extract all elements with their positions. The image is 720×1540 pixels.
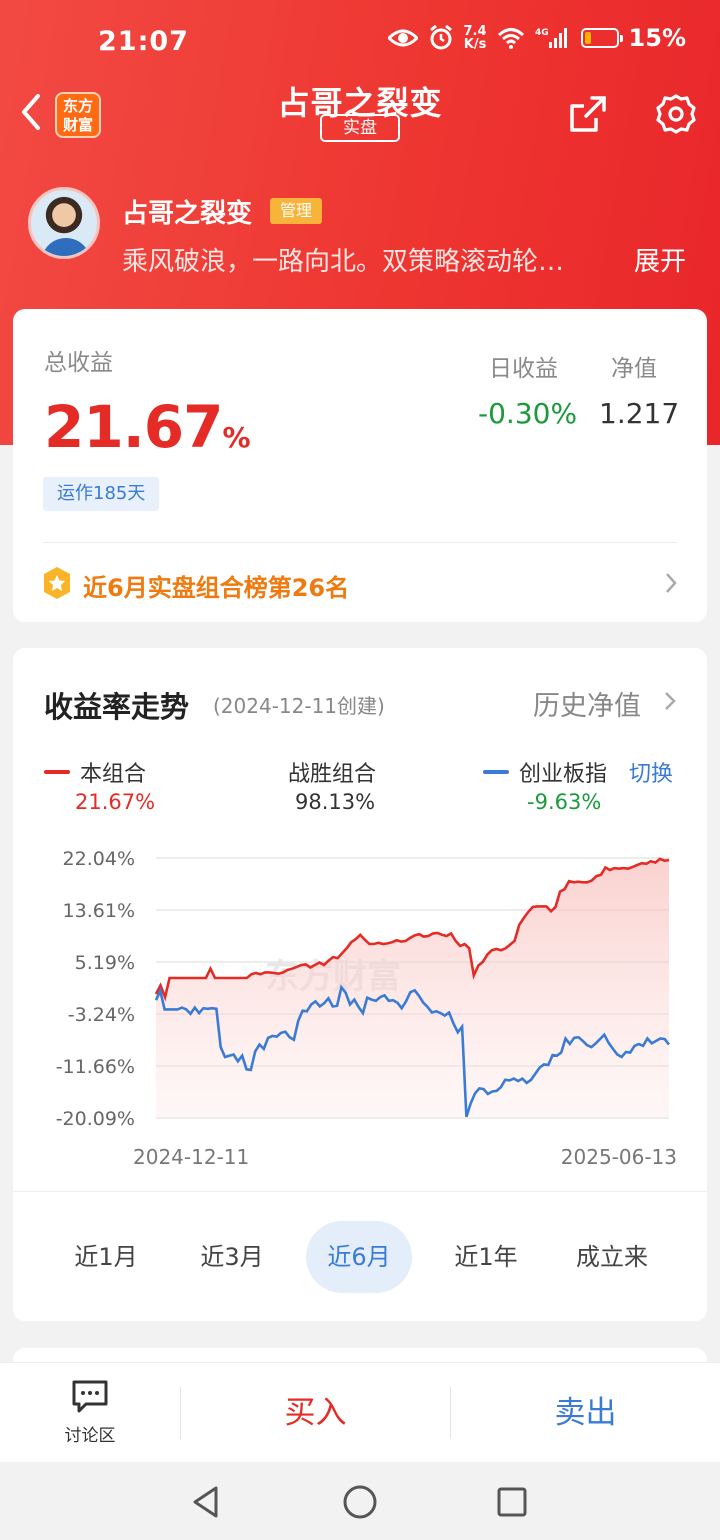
x-tick-end: 2025-06-13 bbox=[561, 1145, 677, 1169]
nav-label: 净值 bbox=[611, 356, 657, 382]
rank-link[interactable]: 近6月实盘组合榜第26名 bbox=[83, 568, 349, 603]
chevron-right-icon[interactable] bbox=[663, 571, 679, 595]
period-tab-3m[interactable]: 近3月 bbox=[179, 1221, 285, 1293]
legend-swatch bbox=[44, 770, 70, 774]
share-icon[interactable] bbox=[566, 92, 610, 136]
svg-text:4G: 4G bbox=[535, 28, 549, 38]
bottom-action-bar: 讨论区 买入 卖出 bbox=[0, 1362, 720, 1462]
total-return-value: 21.67% bbox=[44, 393, 251, 461]
battery-percent: 15% bbox=[628, 24, 686, 52]
nav-home-icon[interactable] bbox=[342, 1484, 378, 1520]
period-tab-6m[interactable]: 近6月 bbox=[306, 1221, 412, 1293]
signal-icon: 4G bbox=[535, 28, 567, 48]
y-tick-label: 13.61% bbox=[63, 900, 135, 922]
profile-name: 占哥之裂变 bbox=[122, 199, 253, 229]
real-account-tag: 实盘 bbox=[320, 114, 400, 142]
nav-recents-icon[interactable] bbox=[496, 1486, 528, 1518]
expand-link[interactable]: 展开 bbox=[634, 241, 686, 278]
daily-return-value: -0.30% bbox=[478, 397, 578, 430]
buy-button[interactable]: 买入 bbox=[181, 1363, 450, 1463]
legend-portfolio-value: 21.67% bbox=[75, 790, 156, 814]
divider bbox=[43, 542, 677, 543]
period-tab-inception[interactable]: 成立来 bbox=[559, 1221, 665, 1293]
profile-description: 乘风破浪，一路向北。双策略滚动轮… bbox=[122, 247, 565, 277]
x-tick-start: 2024-12-11 bbox=[133, 1145, 249, 1169]
period-tab-1y[interactable]: 近1年 bbox=[433, 1221, 539, 1293]
battery-icon bbox=[580, 28, 623, 48]
status-bar: 21:07 7.4 K/s 4G 15% bbox=[0, 0, 720, 80]
daily-return-label: 日收益 bbox=[489, 356, 558, 382]
system-nav-bar bbox=[0, 1462, 720, 1540]
legend-portfolio: 本组合 bbox=[44, 756, 146, 788]
created-date: (2024-12-11创建) bbox=[213, 694, 385, 718]
y-tick-label: 5.19% bbox=[75, 952, 135, 974]
y-tick-label: -20.09% bbox=[56, 1108, 135, 1130]
nav-back-icon[interactable] bbox=[190, 1484, 222, 1520]
nav-value: 1.217 bbox=[599, 397, 680, 430]
divider bbox=[13, 1191, 707, 1192]
legend-beat: 战胜组合 bbox=[288, 762, 377, 787]
admin-badge: 管理 bbox=[270, 198, 323, 224]
portfolio-area bbox=[156, 858, 669, 1118]
period-tab-1m[interactable]: 近1月 bbox=[53, 1221, 159, 1293]
legend-swatch bbox=[483, 770, 509, 774]
history-nav-link[interactable]: 历史净值 bbox=[533, 684, 641, 723]
chevron-right-icon[interactable] bbox=[663, 690, 677, 712]
legend-index-value: -9.63% bbox=[527, 790, 602, 814]
return-chart[interactable]: 东方财富 22.04%13.61%5.19%-3.24%-11.66%-20.0… bbox=[13, 838, 707, 1178]
status-icons: 7.4 K/s 4G 15% bbox=[387, 24, 686, 52]
legend-beat-value: 98.13% bbox=[295, 790, 376, 814]
switch-index-button[interactable]: 切换 bbox=[629, 756, 673, 788]
wifi-icon bbox=[497, 28, 524, 49]
avatar[interactable] bbox=[28, 187, 100, 259]
status-time: 21:07 bbox=[98, 26, 189, 57]
legend-index: 创业板指 bbox=[483, 756, 607, 788]
summary-card: 总收益 21.67% 日收益 净值 -0.30% 1.217 运作185天 近6… bbox=[13, 309, 707, 622]
eye-icon bbox=[387, 29, 418, 47]
discussion-button[interactable]: 讨论区 bbox=[58, 1379, 122, 1446]
trend-card: 收益率走势 (2024-12-11创建) 历史净值 本组合 21.67% 战胜组… bbox=[13, 648, 707, 1321]
settings-gear-icon[interactable] bbox=[654, 92, 698, 136]
rank-medal-icon bbox=[44, 567, 70, 599]
top-nav: 东方 财富 占哥之裂变 实盘 bbox=[0, 78, 720, 158]
alarm-icon bbox=[429, 25, 452, 50]
total-return-label: 总收益 bbox=[44, 350, 113, 376]
net-speed: 7.4 K/s bbox=[463, 24, 487, 52]
sell-button[interactable]: 卖出 bbox=[451, 1363, 720, 1463]
y-tick-label: -3.24% bbox=[68, 1004, 135, 1026]
trend-title: 收益率走势 bbox=[44, 690, 190, 724]
y-tick-label: 22.04% bbox=[63, 848, 135, 870]
chat-bubble-icon bbox=[72, 1380, 108, 1413]
running-days-badge: 运作185天 bbox=[43, 477, 160, 511]
y-tick-label: -11.66% bbox=[56, 1056, 135, 1078]
